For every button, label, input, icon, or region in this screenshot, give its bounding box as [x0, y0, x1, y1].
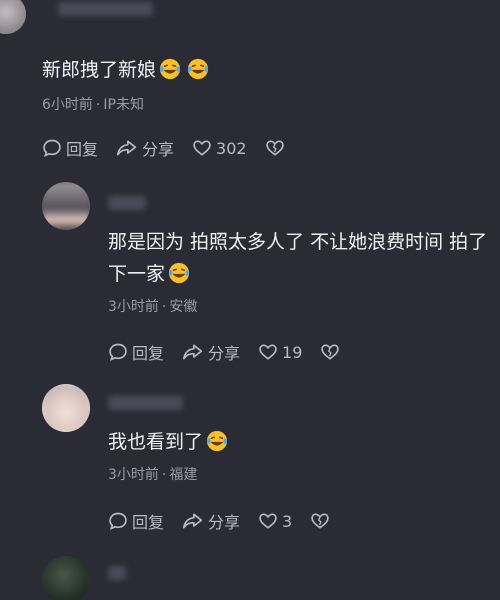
heart-outline-icon: [259, 513, 277, 529]
username-blurred[interactable]: [108, 396, 183, 410]
comment-text: 那是因为 拍照太多人了 不让她浪费时间 拍了 下一家: [108, 231, 488, 285]
share-button[interactable]: 分享: [182, 509, 240, 533]
broken-heart-icon: [265, 140, 284, 156]
reply-button[interactable]: 回复: [42, 136, 98, 160]
comment-text: 新郎拽了新娘: [42, 54, 212, 86]
comment-actions: 回复 分享 3: [108, 509, 352, 533]
timestamp: 3小时前: [108, 467, 159, 483]
dislike-button[interactable]: [310, 511, 334, 531]
reply-bubble-icon: [109, 512, 127, 531]
comment-actions: 回复 分享 19: [108, 340, 362, 364]
avatar[interactable]: [0, 0, 26, 34]
broken-heart-icon: [311, 513, 329, 529]
like-count: 302: [216, 138, 247, 158]
share-arrow-icon: [183, 513, 203, 529]
comment-meta: 3小时前 · 福建: [108, 467, 198, 483]
share-arrow-icon: [117, 140, 137, 156]
username-blurred[interactable]: [108, 566, 126, 580]
reply-bubble-icon: [109, 343, 127, 362]
laughing-tears-icon: [168, 262, 190, 284]
share-arrow-icon: [183, 344, 203, 360]
comment-actions: 回复 分享 302: [42, 136, 307, 160]
broken-heart-icon: [321, 344, 340, 360]
laughing-tears-icon: [206, 430, 228, 452]
avatar[interactable]: [42, 182, 90, 230]
location: 安徽: [169, 299, 198, 315]
like-button[interactable]: 302: [192, 138, 247, 158]
heart-outline-icon: [259, 344, 277, 360]
comment-text: 我也看到了: [108, 426, 231, 458]
timestamp: 3小时前: [108, 299, 159, 315]
location: 福建: [169, 467, 198, 483]
heart-outline-icon: [193, 140, 211, 156]
comment-item: [0, 550, 500, 600]
reply-bubble-icon: [43, 139, 61, 158]
share-button[interactable]: 分享: [116, 136, 174, 160]
reply-button[interactable]: 回复: [108, 509, 164, 533]
comment-item: 那是因为 拍照太多人了 不让她浪费时间 拍了 下一家 3小时前 · 安徽 回复 分享…: [0, 170, 500, 380]
like-count: 3: [282, 511, 293, 531]
like-button[interactable]: 19: [258, 342, 302, 362]
avatar[interactable]: [42, 556, 90, 600]
comment-thread: 新郎拽了新娘 6小时前 · IP未知 回复 分享 302 那是因为 拍照太多人了…: [0, 0, 500, 600]
dislike-button[interactable]: [265, 138, 289, 158]
like-button[interactable]: 3: [258, 511, 292, 531]
reply-button[interactable]: 回复: [108, 340, 164, 364]
username-blurred[interactable]: [108, 196, 146, 210]
like-count: 19: [282, 342, 303, 362]
comment-item: 我也看到了 3小时前 · 福建 回复 分享 3: [0, 378, 500, 550]
dislike-button[interactable]: [320, 342, 344, 362]
location: IP未知: [103, 97, 144, 113]
share-button[interactable]: 分享: [182, 340, 240, 364]
comment-meta: 3小时前 · 安徽: [108, 299, 198, 315]
comment-item: 新郎拽了新娘 6小时前 · IP未知 回复 分享 302: [0, 0, 500, 170]
comment-meta: 6小时前 · IP未知: [42, 97, 144, 113]
username-blurred[interactable]: [58, 2, 153, 16]
timestamp: 6小时前: [42, 97, 93, 113]
avatar[interactable]: [42, 384, 90, 432]
laughing-tears-icon: [159, 58, 181, 80]
laughing-tears-icon: [187, 58, 209, 80]
